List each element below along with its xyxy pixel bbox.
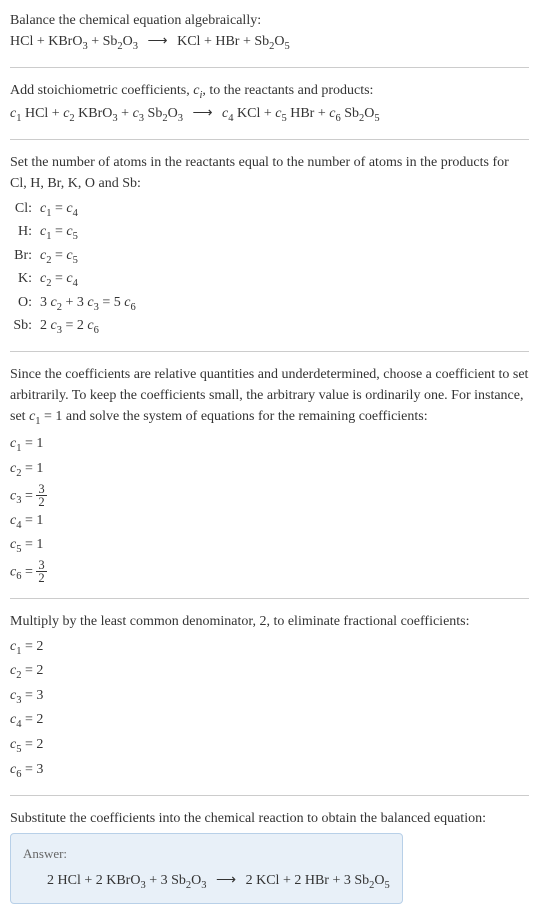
coef-c1: c1 = 1 (10, 433, 529, 458)
coef-c4: c4 = 1 (10, 510, 529, 535)
coef-c6: c6 = 32 (10, 559, 529, 586)
coefficient-list: c1 = 1 c2 = 1 c3 = 32 c4 = 1 c5 = 1 c6 =… (10, 433, 529, 585)
coef-c4: c4 = 2 (10, 709, 529, 734)
section-add-coefficients: Add stoichiometric coefficients, ci, to … (10, 80, 529, 127)
atom-row-cl: Cl: c1 = c4 (10, 198, 529, 222)
eq-sub: 5 (374, 113, 379, 124)
fraction: 32 (36, 483, 46, 509)
atom-label: H: (10, 221, 40, 242)
atom-row-br: Br: c2 = c5 (10, 245, 529, 269)
eq-part: HCl + (21, 106, 63, 121)
coef-c3: c3 = 32 (10, 483, 529, 510)
eq-part: Sb (144, 106, 162, 121)
eq-part: KBrO (75, 106, 113, 121)
coef-c5: c5 = 2 (10, 734, 529, 759)
atom-eq-text: Set the number of atoms in the reactants… (10, 152, 529, 194)
divider (10, 67, 529, 68)
eq-sub: 3 (178, 113, 183, 124)
eq-part: O (274, 34, 284, 49)
coef-c5: c5 = 1 (10, 534, 529, 559)
section-balance-intro: Balance the chemical equation algebraica… (10, 10, 529, 55)
atom-eq: 3 c2 + 3 c3 = 5 c6 (40, 292, 136, 316)
atom-label: Sb: (10, 315, 40, 336)
section-answer: Substitute the coefficients into the che… (10, 808, 529, 904)
atom-eq: c2 = c5 (40, 245, 78, 269)
solve-text: Since the coefficients are relative quan… (10, 364, 529, 430)
coef-c2: c2 = 2 (10, 660, 529, 685)
eq-part: KCl + (234, 106, 276, 121)
eq-sub: 5 (285, 41, 290, 52)
coefficient-equation: c1 HCl + c2 KBrO3 + c3 Sb2O3 ⟶ c4 KCl + … (10, 103, 529, 127)
atom-label: Br: (10, 245, 40, 266)
divider (10, 351, 529, 352)
section-solve-initial: Since the coefficients are relative quan… (10, 364, 529, 586)
coef-c6: c6 = 3 (10, 759, 529, 784)
divider (10, 139, 529, 140)
eq-part: Sb (341, 106, 359, 121)
atom-eq: 2 c3 = 2 c6 (40, 315, 99, 339)
text-part: = 1 and solve the system of equations fo… (41, 409, 428, 424)
eq-part: O (168, 106, 178, 121)
answer-box: Answer: 2 HCl + 2 KBrO3 + 3 Sb2O3 ⟶ 2 KC… (10, 833, 403, 904)
atom-row-h: H: c1 = c5 (10, 221, 529, 245)
section-multiply: Multiply by the least common denominator… (10, 611, 529, 784)
eq-part: KCl + HBr + Sb (177, 34, 269, 49)
answer-label: Answer: (23, 844, 390, 864)
arrow-icon: ⟶ (144, 34, 171, 49)
eq-part: O (191, 873, 201, 888)
eq-part: + Sb (88, 34, 118, 49)
add-coef-text: Add stoichiometric coefficients, ci, to … (10, 80, 529, 104)
intro-text: Balance the chemical equation algebraica… (10, 10, 529, 31)
eq-sub: 3 (133, 41, 138, 52)
unbalanced-equation: HCl + KBrO3 + Sb2O3 ⟶ KCl + HBr + Sb2O5 (10, 31, 529, 55)
eq-part: HCl + KBrO (10, 34, 82, 49)
eq-part: HBr + (287, 106, 330, 121)
divider (10, 598, 529, 599)
atom-eq: c1 = c5 (40, 221, 78, 245)
multiply-text: Multiply by the least common denominator… (10, 611, 529, 632)
eq-part: O (374, 873, 384, 888)
eq-part: + 3 Sb (146, 873, 186, 888)
text-part: , to the reactants and products: (202, 83, 373, 98)
eq-part: + (118, 106, 133, 121)
section-atom-equations: Set the number of atoms in the reactants… (10, 152, 529, 339)
eq-part: O (364, 106, 374, 121)
arrow-icon: ⟶ (189, 106, 216, 121)
atom-label: Cl: (10, 198, 40, 219)
eq-sub: 3 (201, 880, 206, 891)
eq-part: 2 HCl + 2 KBrO (47, 873, 140, 888)
fraction: 32 (36, 559, 46, 585)
coef-c1: c1 = 2 (10, 636, 529, 661)
coefficient-list-final: c1 = 2 c2 = 2 c3 = 3 c4 = 2 c5 = 2 c6 = … (10, 636, 529, 784)
atom-eq: c2 = c4 (40, 268, 78, 292)
coef-c3: c3 = 3 (10, 685, 529, 710)
eq-part: 2 KCl + 2 HBr + 3 Sb (246, 873, 370, 888)
atom-label: K: (10, 268, 40, 289)
coef-c2: c2 = 1 (10, 458, 529, 483)
atom-eq: c1 = c4 (40, 198, 78, 222)
atom-table: Cl: c1 = c4 H: c1 = c5 Br: c2 = c5 K: c2… (10, 198, 529, 339)
eq-part: O (123, 34, 133, 49)
balanced-equation: 2 HCl + 2 KBrO3 + 3 Sb2O3 ⟶ 2 KCl + 2 HB… (23, 870, 390, 894)
atom-row-k: K: c2 = c4 (10, 268, 529, 292)
substitute-text: Substitute the coefficients into the che… (10, 808, 529, 829)
atom-label: O: (10, 292, 40, 313)
text-part: Add stoichiometric coefficients, (10, 83, 193, 98)
arrow-icon: ⟶ (213, 873, 240, 888)
divider (10, 795, 529, 796)
atom-row-o: O: 3 c2 + 3 c3 = 5 c6 (10, 292, 529, 316)
atom-row-sb: Sb: 2 c3 = 2 c6 (10, 315, 529, 339)
eq-sub: 5 (385, 880, 390, 891)
